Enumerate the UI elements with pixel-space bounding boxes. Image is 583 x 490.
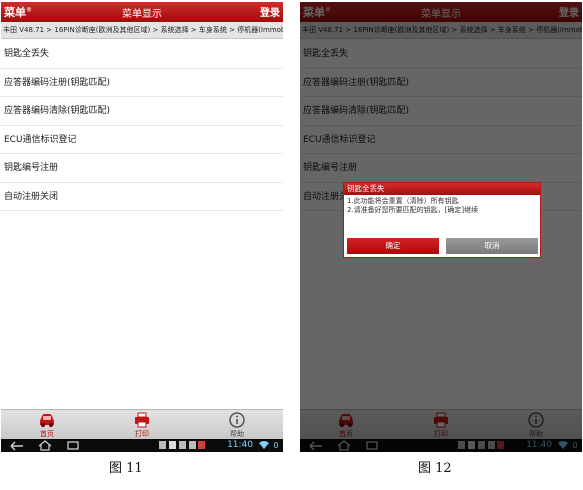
function-menu-list: 钥匙全丢失 应答器编码注册(钥匙匹配) 应答器编码清除(钥匙匹配) ECU通信标… [1,40,283,211]
menu-item-transponder-clear[interactable]: 应答器编码清除(钥匙匹配) [1,97,283,126]
notification-icons [159,441,205,449]
nav-print-label: 打印 [135,430,149,438]
menu-item-ecu-comm-id[interactable]: ECU通信标识登记 [1,126,283,154]
login-button[interactable]: 登录 [260,4,280,19]
nav-home-label: 首页 [40,430,54,438]
menu-item-all-keys-lost[interactable]: 钥匙全丢失 [1,40,283,69]
battery-indicator: 0 [273,441,279,450]
cancel-button[interactable]: 取消 [446,238,538,254]
screenshot-figure-12: 菜单® 菜单显示 登录 丰田 V48.71 > 16PIN诊断座(欧洲及其他区域… [300,2,582,452]
menu-item-key-number-register[interactable]: 钥匙编号注册 [1,154,283,183]
confirm-dialog: 钥匙全丢失 1.此功能将会重置（清除）所有钥匙 2.请准备好您所要匹配的钥匙，[… [343,182,541,258]
page-title: 菜单显示 [122,9,162,20]
dialog-line-2: 2.请准备好您所要匹配的钥匙，[确定]继续 [347,206,479,214]
car-icon [40,414,54,427]
menu-item-transponder-register[interactable]: 应答器编码注册(钥匙匹配) [1,69,283,97]
bottom-navigation: 首页 打印 帮助 [1,409,283,440]
back-icon[interactable] [9,440,25,451]
breadcrumb: 丰田 V48.71 > 16PIN诊断座(欧洲及其他区域) > 系统选择 > 车… [1,22,283,39]
nav-home[interactable]: 首页 [17,410,77,440]
nav-print[interactable]: 打印 [112,410,172,440]
dialog-title: 钥匙全丢失 [344,183,540,195]
dialog-line-1: 1.此功能将会重置（清除）所有钥匙 [347,197,459,205]
info-icon [229,412,245,428]
home-icon[interactable] [37,440,53,451]
app-title-bar: 菜单® 菜单显示 登录 [1,2,283,22]
figure-caption-12: 图 12 [418,461,452,476]
nav-help[interactable]: 帮助 [207,410,267,440]
screenshot-figure-11: 菜单® 菜单显示 登录 丰田 V48.71 > 16PIN诊断座(欧洲及其他区域… [1,2,283,452]
figure-caption-11: 图 11 [109,461,143,476]
ok-button[interactable]: 确定 [347,238,439,254]
dialog-message: 1.此功能将会重置（清除）所有钥匙 2.请准备好您所要匹配的钥匙，[确定]继续 [344,195,540,217]
recent-apps-icon[interactable] [65,440,81,451]
nav-help-label: 帮助 [230,430,244,438]
wifi-icon [259,441,269,449]
menu-item-auto-register-off[interactable]: 自动注册关闭 [1,183,283,211]
printer-icon [135,412,149,428]
system-status-bar: 11:40 0 [1,439,283,452]
clock: 11:40 [227,440,253,450]
